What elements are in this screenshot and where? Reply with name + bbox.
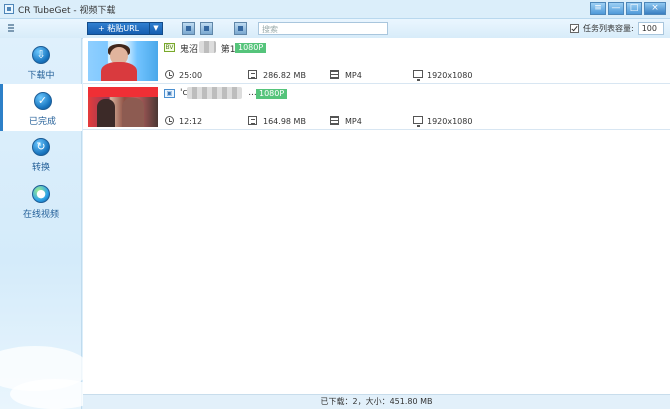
file-icon — [248, 70, 257, 79]
thumbnail-person — [122, 98, 144, 127]
sidebar-item-convert[interactable]: ↻ 转换 — [0, 130, 82, 177]
paste-url-label: + 粘贴URL — [98, 24, 140, 33]
menu-button[interactable]: ≡ — [590, 2, 606, 15]
video-list: BV 鬼沼 第1集 1080P 25:00 286.82 MB MP4 1920… — [83, 38, 670, 394]
sidebar-item-label: 在线视频 — [22, 210, 59, 220]
video-title-prefix: 鬼沼 — [180, 45, 199, 55]
app-window: CR TubeGet - 视频下载 ≡ — □ × + 粘贴URL ▼ 搜索 任… — [0, 0, 670, 409]
video-format: MP4 — [345, 71, 362, 80]
redacted-title-segment — [187, 87, 242, 99]
check-icon: ✓ — [33, 92, 52, 110]
search-input[interactable]: 搜索 — [258, 22, 388, 35]
sidebar-item-label: 下载中 — [27, 71, 55, 81]
sidebar: ⇩ 下载中 ✓ 已完成 ↻ 转换 ● 在线视频 — [0, 38, 100, 409]
video-row[interactable]: BV 鬼沼 第1集 1080P 25:00 286.82 MB MP4 1920… — [83, 38, 670, 84]
video-duration: 25:00 — [179, 71, 203, 80]
app-icon — [4, 4, 14, 14]
video-thumbnail[interactable] — [88, 87, 158, 127]
sidebar-item-downloading[interactable]: ⇩ 下载中 — [0, 38, 82, 85]
video-format: MP4 — [345, 117, 362, 126]
video-resolution: 1920x1080 — [427, 117, 473, 126]
queue-capacity-label: 任务列表容量: — [583, 24, 634, 33]
clock-icon — [165, 116, 174, 125]
quality-badge: 1080P — [256, 89, 288, 99]
film-icon — [330, 70, 339, 79]
toolbar: + 粘贴URL ▼ 搜索 任务列表容量: 100 — [0, 19, 670, 39]
video-thumbnail[interactable] — [88, 41, 158, 81]
redacted-title-segment — [199, 41, 216, 53]
sidebar-item-label: 转换 — [31, 163, 50, 173]
quality-badge: 1080P — [235, 43, 267, 53]
download-icon: ⇩ — [32, 46, 50, 64]
convert-icon: ↻ — [32, 138, 50, 156]
sidebar-item-online-video[interactable]: ● 在线视频 — [0, 177, 82, 224]
video-row[interactable]: ▣ 'c ... 1080P 12:12 164.98 MB MP4 1920x… — [83, 84, 670, 130]
settings-icon[interactable] — [234, 22, 247, 35]
sidebar-item-label: 已完成 — [28, 117, 56, 127]
maximize-button[interactable]: □ — [626, 2, 642, 15]
sidebar-item-completed[interactable]: ✓ 已完成 — [0, 84, 82, 131]
window-title: CR TubeGet - 视频下载 — [18, 6, 116, 16]
window-controls: ≡ — □ × — [590, 2, 666, 15]
queue-capacity-checkbox[interactable] — [570, 24, 579, 33]
pause-icon[interactable] — [200, 22, 213, 35]
clock-icon — [165, 70, 174, 79]
video-source-icon: ▣ — [164, 89, 175, 98]
file-icon — [248, 116, 257, 125]
thumbnail-clothing — [101, 62, 137, 81]
source-icon: BV — [164, 43, 175, 52]
menu-grip-icon[interactable] — [8, 24, 14, 32]
chevron-down-icon[interactable]: ▼ — [149, 23, 162, 34]
video-resolution: 1920x1080 — [427, 71, 473, 80]
video-size: 164.98 MB — [263, 117, 306, 126]
monitor-icon — [413, 116, 423, 127]
video-size: 286.82 MB — [263, 71, 306, 80]
thumbnail-banner — [88, 87, 158, 97]
title-bar: CR TubeGet - 视频下载 ≡ — □ × — [0, 0, 670, 19]
monitor-icon — [413, 70, 423, 81]
thumbnail-person — [97, 99, 115, 127]
queue-capacity-input[interactable]: 100 — [637, 22, 664, 35]
minimize-button[interactable]: — — [608, 2, 624, 15]
film-icon — [330, 116, 339, 125]
status-bar: 已下载：2，大小：451.80 MB — [83, 394, 670, 409]
globe-icon: ● — [32, 185, 50, 203]
video-duration: 12:12 — [179, 117, 203, 126]
start-icon[interactable] — [182, 22, 195, 35]
paste-url-button[interactable]: + 粘贴URL ▼ — [87, 22, 163, 35]
close-button[interactable]: × — [644, 2, 666, 15]
queue-capacity: 任务列表容量: 100 — [570, 22, 664, 35]
